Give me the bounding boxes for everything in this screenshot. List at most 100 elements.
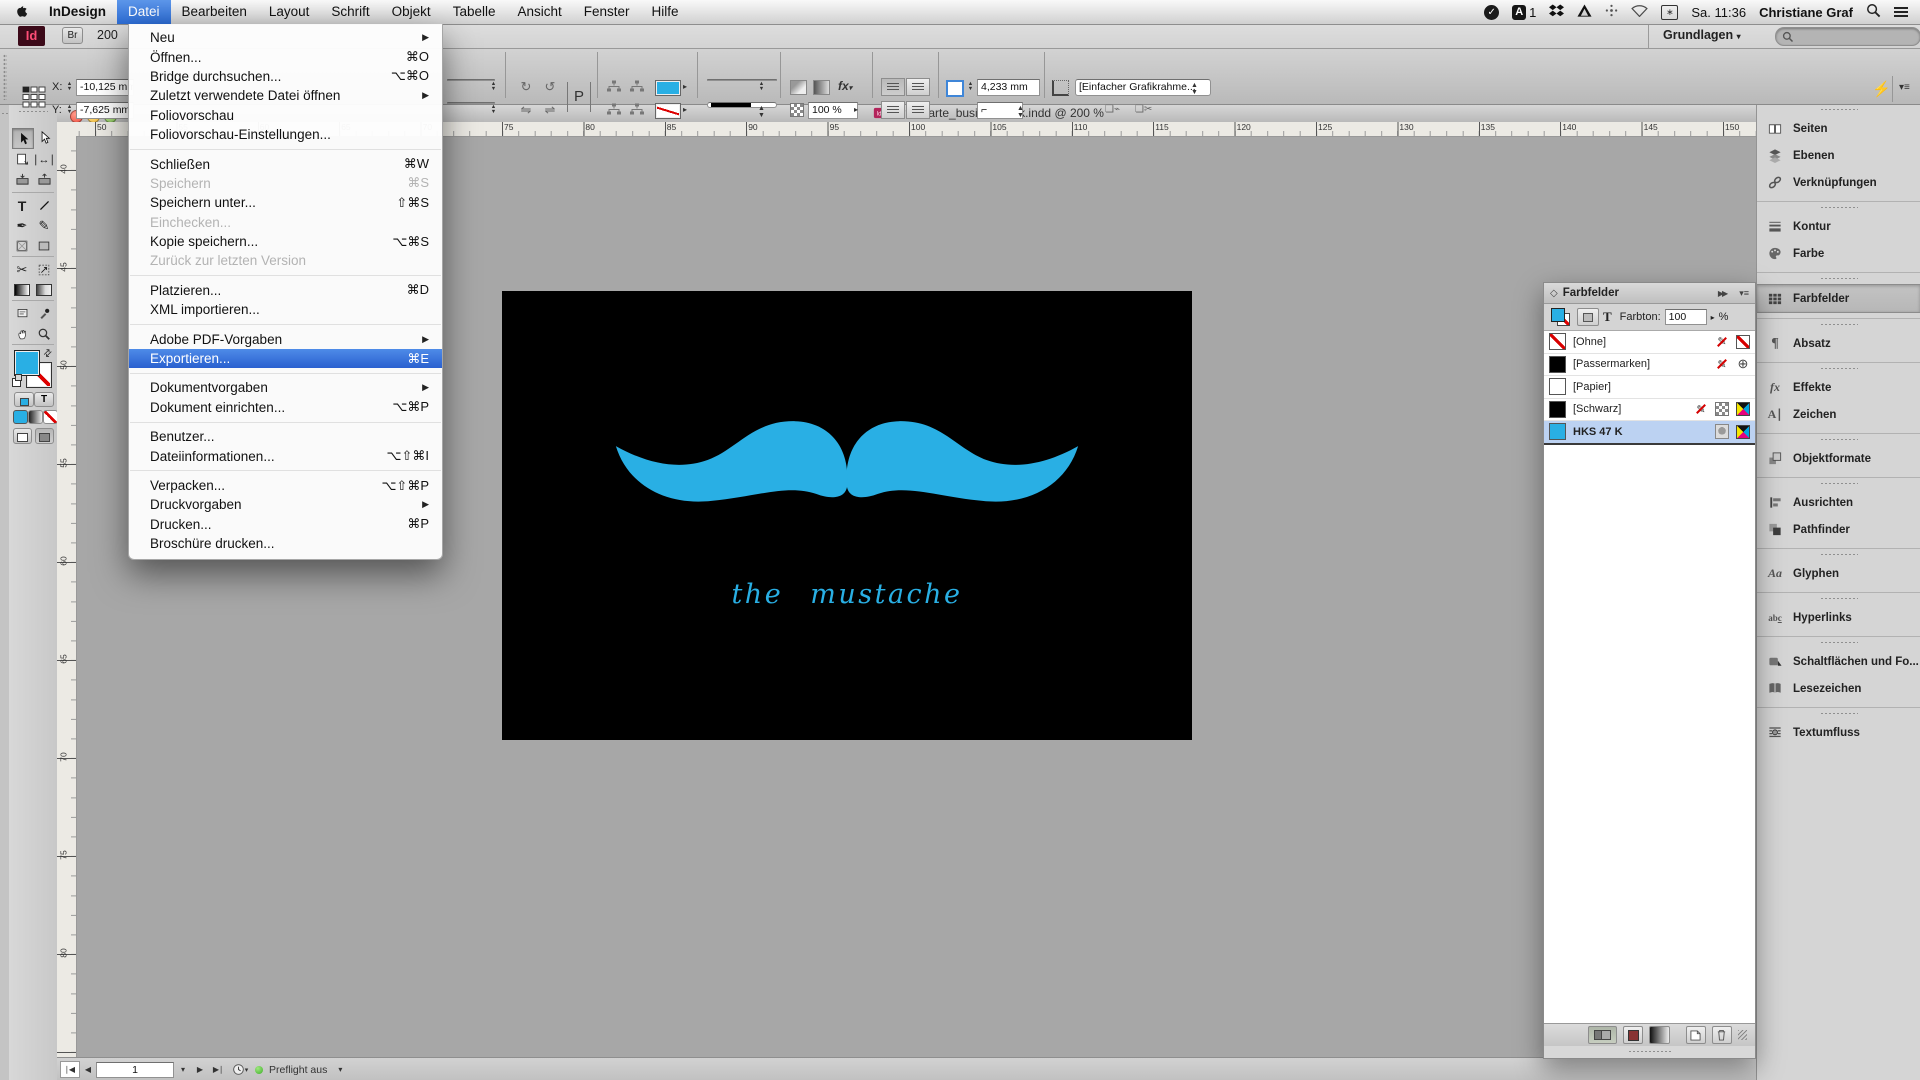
rotate-ccw-icon[interactable]: ↺ bbox=[539, 79, 561, 95]
select-next-object-icon[interactable] bbox=[628, 102, 646, 120]
stroke-style-dropdown[interactable] bbox=[707, 102, 777, 108]
dock-item-glyphen[interactable]: AaGlyphen bbox=[1757, 560, 1920, 587]
apply-none-button[interactable] bbox=[43, 410, 58, 424]
file-menu-item-foliovorschau[interactable]: Foliovorschau bbox=[129, 106, 442, 125]
file-menu-item-kopie-speichern[interactable]: Kopie speichern...⌥⌘S bbox=[129, 232, 442, 251]
note-tool[interactable] bbox=[12, 304, 32, 323]
wrap-bounding-box-button[interactable] bbox=[906, 78, 930, 96]
menubar-item-bearbeiten[interactable]: Bearbeiten bbox=[171, 0, 258, 24]
dock-item-hyperlinks[interactable]: abcHyperlinks bbox=[1757, 604, 1920, 631]
gradient-feather-tool[interactable] bbox=[34, 280, 54, 299]
flip-horizontal-icon[interactable]: ⇋ bbox=[515, 102, 537, 118]
dock-item-pathfinder[interactable]: Pathfinder bbox=[1757, 516, 1920, 543]
zoom-tool[interactable] bbox=[34, 324, 54, 343]
first-page-button[interactable]: ∣◀ bbox=[60, 1061, 80, 1078]
wrap-object-shape-button[interactable] bbox=[881, 101, 905, 119]
eyedropper-tool[interactable] bbox=[34, 304, 54, 323]
dock-item-verkn-pfungen[interactable]: Verknüpfungen bbox=[1757, 169, 1920, 196]
menubar-item-hilfe[interactable]: Hilfe bbox=[641, 0, 690, 24]
stroke-swatch-arrow[interactable]: ▸ bbox=[683, 105, 687, 114]
control-panel-menu-icon[interactable]: ▾≡ bbox=[1899, 82, 1910, 93]
dropbox-icon[interactable] bbox=[1549, 4, 1564, 21]
file-menu-item-bridge-durchsuchen[interactable]: Bridge durchsuchen...⌥⌘O bbox=[129, 67, 442, 86]
menubar-clock[interactable]: Sa. 11:36 bbox=[1691, 5, 1746, 20]
y-stepper[interactable]: ▲▼ bbox=[65, 102, 74, 120]
dock-group-grip[interactable] bbox=[1820, 323, 1858, 327]
file-menu-item-drucken[interactable]: Drucken...⌘P bbox=[129, 515, 442, 534]
swatch-row-papier[interactable]: [Papier] bbox=[1544, 376, 1755, 399]
dock-group-grip[interactable] bbox=[1820, 438, 1858, 442]
corner-shape-arrows[interactable]: ▲▼ bbox=[1017, 105, 1024, 119]
page-number-field[interactable]: 1 bbox=[96, 1062, 174, 1078]
direct-selection-tool[interactable] bbox=[34, 128, 54, 147]
dock-group-grip[interactable] bbox=[1820, 108, 1858, 112]
dock-group-grip[interactable] bbox=[1820, 277, 1858, 281]
select-content-icon[interactable] bbox=[628, 79, 646, 97]
flip-vertical-icon[interactable]: ⇌ bbox=[539, 102, 561, 118]
dock-item-ausrichten[interactable]: Ausrichten bbox=[1757, 489, 1920, 516]
dock-item-textumfluss[interactable]: Textumfluss bbox=[1757, 719, 1920, 746]
file-menu-item-platzieren[interactable]: Platzieren...⌘D bbox=[129, 281, 442, 300]
spot-color-icon[interactable] bbox=[1715, 425, 1729, 439]
dock-group-grip[interactable] bbox=[1820, 206, 1858, 210]
fill-swatch-arrow[interactable]: ▸ bbox=[683, 82, 687, 91]
normal-view-button[interactable] bbox=[13, 428, 32, 444]
file-menu-item-foliovorschau-einstellungen[interactable]: Foliovorschau-Einstellungen... bbox=[129, 125, 442, 144]
selection-tool[interactable] bbox=[12, 128, 34, 149]
panel-collapse-icon[interactable]: ◇ bbox=[1550, 288, 1558, 299]
wrap-jump-button[interactable] bbox=[906, 101, 930, 119]
dock-group-grip[interactable] bbox=[1820, 597, 1858, 601]
file-menu-item-speichern-unter[interactable]: Speichern unter...⇧⌘S bbox=[129, 193, 442, 212]
preflight-menu-icon[interactable]: ▾ bbox=[228, 1063, 252, 1076]
stroke-weight-field[interactable] bbox=[707, 79, 777, 81]
dock-group-grip[interactable] bbox=[1820, 482, 1858, 486]
panel-resize-grip[interactable] bbox=[1738, 1030, 1747, 1040]
reference-point-proxy[interactable] bbox=[22, 86, 46, 108]
swatch-row-schwarz[interactable]: [Schwarz]✎ bbox=[1544, 399, 1755, 422]
wrap-none-button[interactable] bbox=[881, 78, 905, 96]
hand-tool[interactable] bbox=[12, 324, 32, 343]
menubar-item-objekt[interactable]: Objekt bbox=[381, 0, 442, 24]
preflight-dropdown-arrow[interactable]: ▾ bbox=[327, 1065, 353, 1074]
line-tool[interactable] bbox=[34, 196, 54, 215]
menubar-item-layout[interactable]: Layout bbox=[258, 0, 321, 24]
scissors-tool[interactable]: ✂ bbox=[12, 260, 32, 279]
scale-y-field[interactable] bbox=[447, 102, 495, 104]
opacity-corner-icon[interactable] bbox=[790, 80, 807, 95]
file-menu-item-xml-importieren[interactable]: XML importieren... bbox=[129, 300, 442, 319]
workspace-switcher[interactable]: Grundlagen ▾ bbox=[1663, 28, 1741, 42]
apple-menu-icon[interactable] bbox=[0, 4, 38, 20]
free-transform-tool[interactable] bbox=[34, 260, 54, 279]
spotlight-icon[interactable] bbox=[1866, 3, 1881, 21]
file-menu-item-brosch-re-drucken[interactable]: Broschüre drucken... bbox=[129, 534, 442, 553]
gap-tool[interactable]: ∣↔∣ bbox=[34, 150, 54, 169]
show-gradient-swatches-button[interactable] bbox=[1649, 1026, 1669, 1044]
dock-item-absatz[interactable]: ¶Absatz bbox=[1757, 330, 1920, 357]
formatting-affects-text-button[interactable]: T bbox=[34, 392, 54, 407]
dock-item-effekte[interactable]: fxEffekte bbox=[1757, 374, 1920, 401]
select-prev-object-icon[interactable] bbox=[605, 102, 623, 120]
dock-item-zeichen[interactable]: A∣Zeichen bbox=[1757, 401, 1920, 428]
panel-grip[interactable] bbox=[3, 54, 7, 100]
panel-bottom-grip[interactable] bbox=[1544, 1046, 1755, 1058]
rotate-cw-icon[interactable]: ↻ bbox=[515, 79, 537, 95]
tint-slider-arrow[interactable]: ▸ bbox=[1711, 313, 1715, 322]
wifi-icon[interactable] bbox=[1631, 4, 1648, 20]
delete-swatch-button[interactable] bbox=[1712, 1026, 1732, 1044]
page-tool[interactable] bbox=[12, 150, 32, 169]
file-menu-item-benutzer[interactable]: Benutzer... bbox=[129, 427, 442, 446]
y-position-field[interactable]: -7,625 mm bbox=[76, 102, 134, 119]
file-menu-item-neu[interactable]: Neu▶ bbox=[129, 28, 442, 47]
file-menu-item-dokument-einrichten[interactable]: Dokument einrichten...⌥⌘P bbox=[129, 398, 442, 417]
file-menu-item-druckvorgaben[interactable]: Druckvorgaben▶ bbox=[129, 495, 442, 514]
next-page-button[interactable]: ▶ bbox=[192, 1065, 208, 1074]
dock-item-kontur[interactable]: Kontur bbox=[1757, 213, 1920, 240]
dock-group-grip[interactable] bbox=[1820, 712, 1858, 716]
last-page-button[interactable]: ▶∣ bbox=[208, 1065, 228, 1074]
dock-item-farbfelder[interactable]: Farbfelder bbox=[1757, 284, 1920, 313]
swatch-row-ohne[interactable]: [Ohne]✎ bbox=[1544, 331, 1755, 354]
swatches-panel-header[interactable]: ◇ Farbfelder ▶▶ ▾≡ bbox=[1544, 283, 1755, 304]
opacity-checker-icon[interactable] bbox=[790, 103, 804, 117]
preview-view-button[interactable] bbox=[35, 428, 54, 444]
menubar-item-fenster[interactable]: Fenster bbox=[573, 0, 641, 24]
